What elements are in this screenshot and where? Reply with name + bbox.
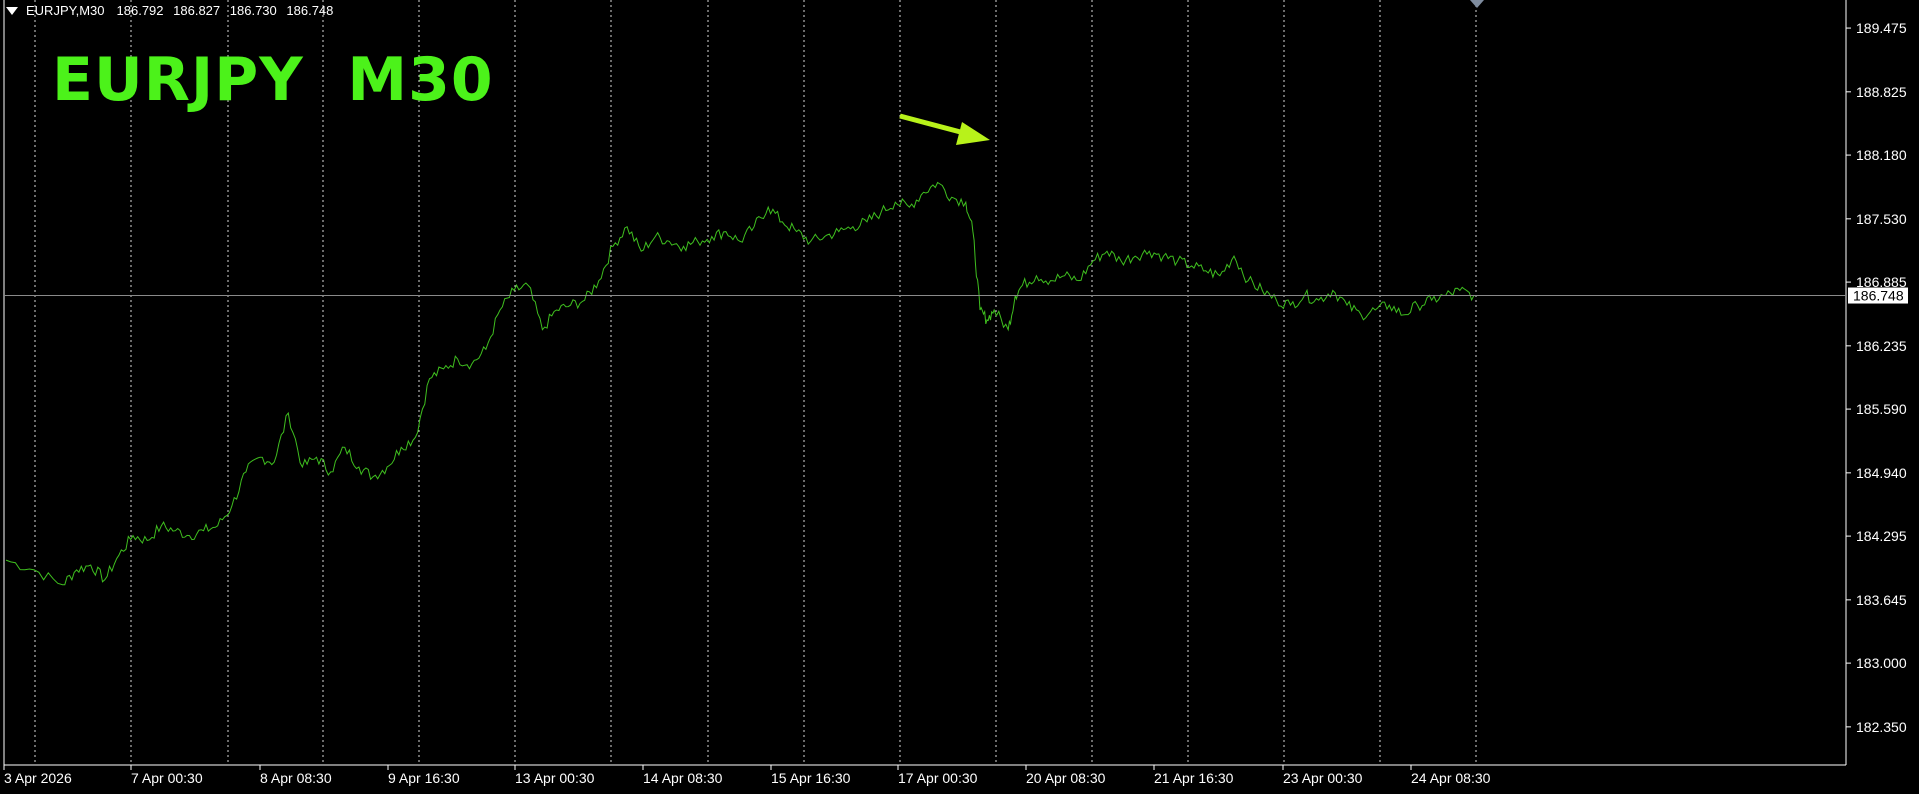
price-tick-label: 183.645 [1856, 592, 1907, 608]
chart-header: EURJPY,M30 186.792 186.827 186.730 186.7… [6, 3, 333, 19]
time-tick-label: 14 Apr 08:30 [643, 770, 723, 786]
time-tick-label: 7 Apr 00:30 [131, 770, 203, 786]
time-tick-label: 20 Apr 08:30 [1026, 770, 1106, 786]
current-price-line: 186.748 [4, 287, 1908, 304]
price-tick-label: 183.000 [1856, 655, 1907, 671]
time-tick-label: 15 Apr 16:30 [771, 770, 851, 786]
low-value: 186.730 [229, 3, 277, 18]
chart-shift-marker-icon[interactable] [1470, 0, 1484, 8]
time-tick-label: 23 Apr 00:30 [1283, 770, 1363, 786]
price-series [5, 181, 1475, 586]
triangle-down-icon[interactable] [6, 7, 18, 15]
annotation-layer [899, 0, 1484, 145]
price-tick-label: 184.295 [1856, 528, 1907, 544]
close-value: 186.748 [286, 3, 334, 18]
symbol-timeframe: EURJPY,M30 [26, 3, 105, 18]
price-tick-label: 184.940 [1856, 465, 1907, 481]
time-tick-label: 3 Apr 2026 [4, 770, 72, 786]
time-tick-label: 9 Apr 16:30 [388, 770, 460, 786]
open-value: 186.792 [116, 3, 164, 18]
price-tick-label: 186.235 [1856, 338, 1907, 354]
chart-window[interactable]: 186.748 189.475 188.825 188.180 187.530 186.… [0, 0, 1919, 794]
price-tick-label: 189.475 [1856, 20, 1907, 36]
price-line [5, 181, 1475, 586]
time-tick-label: 21 Apr 16:30 [1154, 770, 1234, 786]
high-value: 186.827 [173, 3, 221, 18]
price-tick-label: 186.885 [1856, 274, 1907, 290]
price-axis[interactable]: 189.475 188.825 188.180 187.530 186.885 186.2… [1846, 20, 1907, 735]
price-tick-label: 185.590 [1856, 401, 1907, 417]
time-tick-label: 24 Apr 08:30 [1411, 770, 1491, 786]
arrow-head-icon [956, 122, 990, 145]
price-tick-label: 188.180 [1856, 147, 1907, 163]
price-tick-label: 188.825 [1856, 84, 1907, 100]
price-tick-label: 187.530 [1856, 211, 1907, 227]
price-tick-label: 182.350 [1856, 719, 1907, 735]
time-axis[interactable]: 3 Apr 2026 7 Apr 00:30 8 Apr 08:30 9 Apr 16… [3, 765, 1491, 786]
time-tick-label: 17 Apr 00:30 [898, 770, 978, 786]
arrow-shaft [899, 113, 969, 137]
overlay-title: EURJPY M30 [52, 45, 494, 115]
time-tick-label: 8 Apr 08:30 [260, 770, 332, 786]
ohlc-values: 186.792 186.827 186.730 186.748 [111, 3, 334, 19]
time-tick-label: 13 Apr 00:30 [515, 770, 595, 786]
